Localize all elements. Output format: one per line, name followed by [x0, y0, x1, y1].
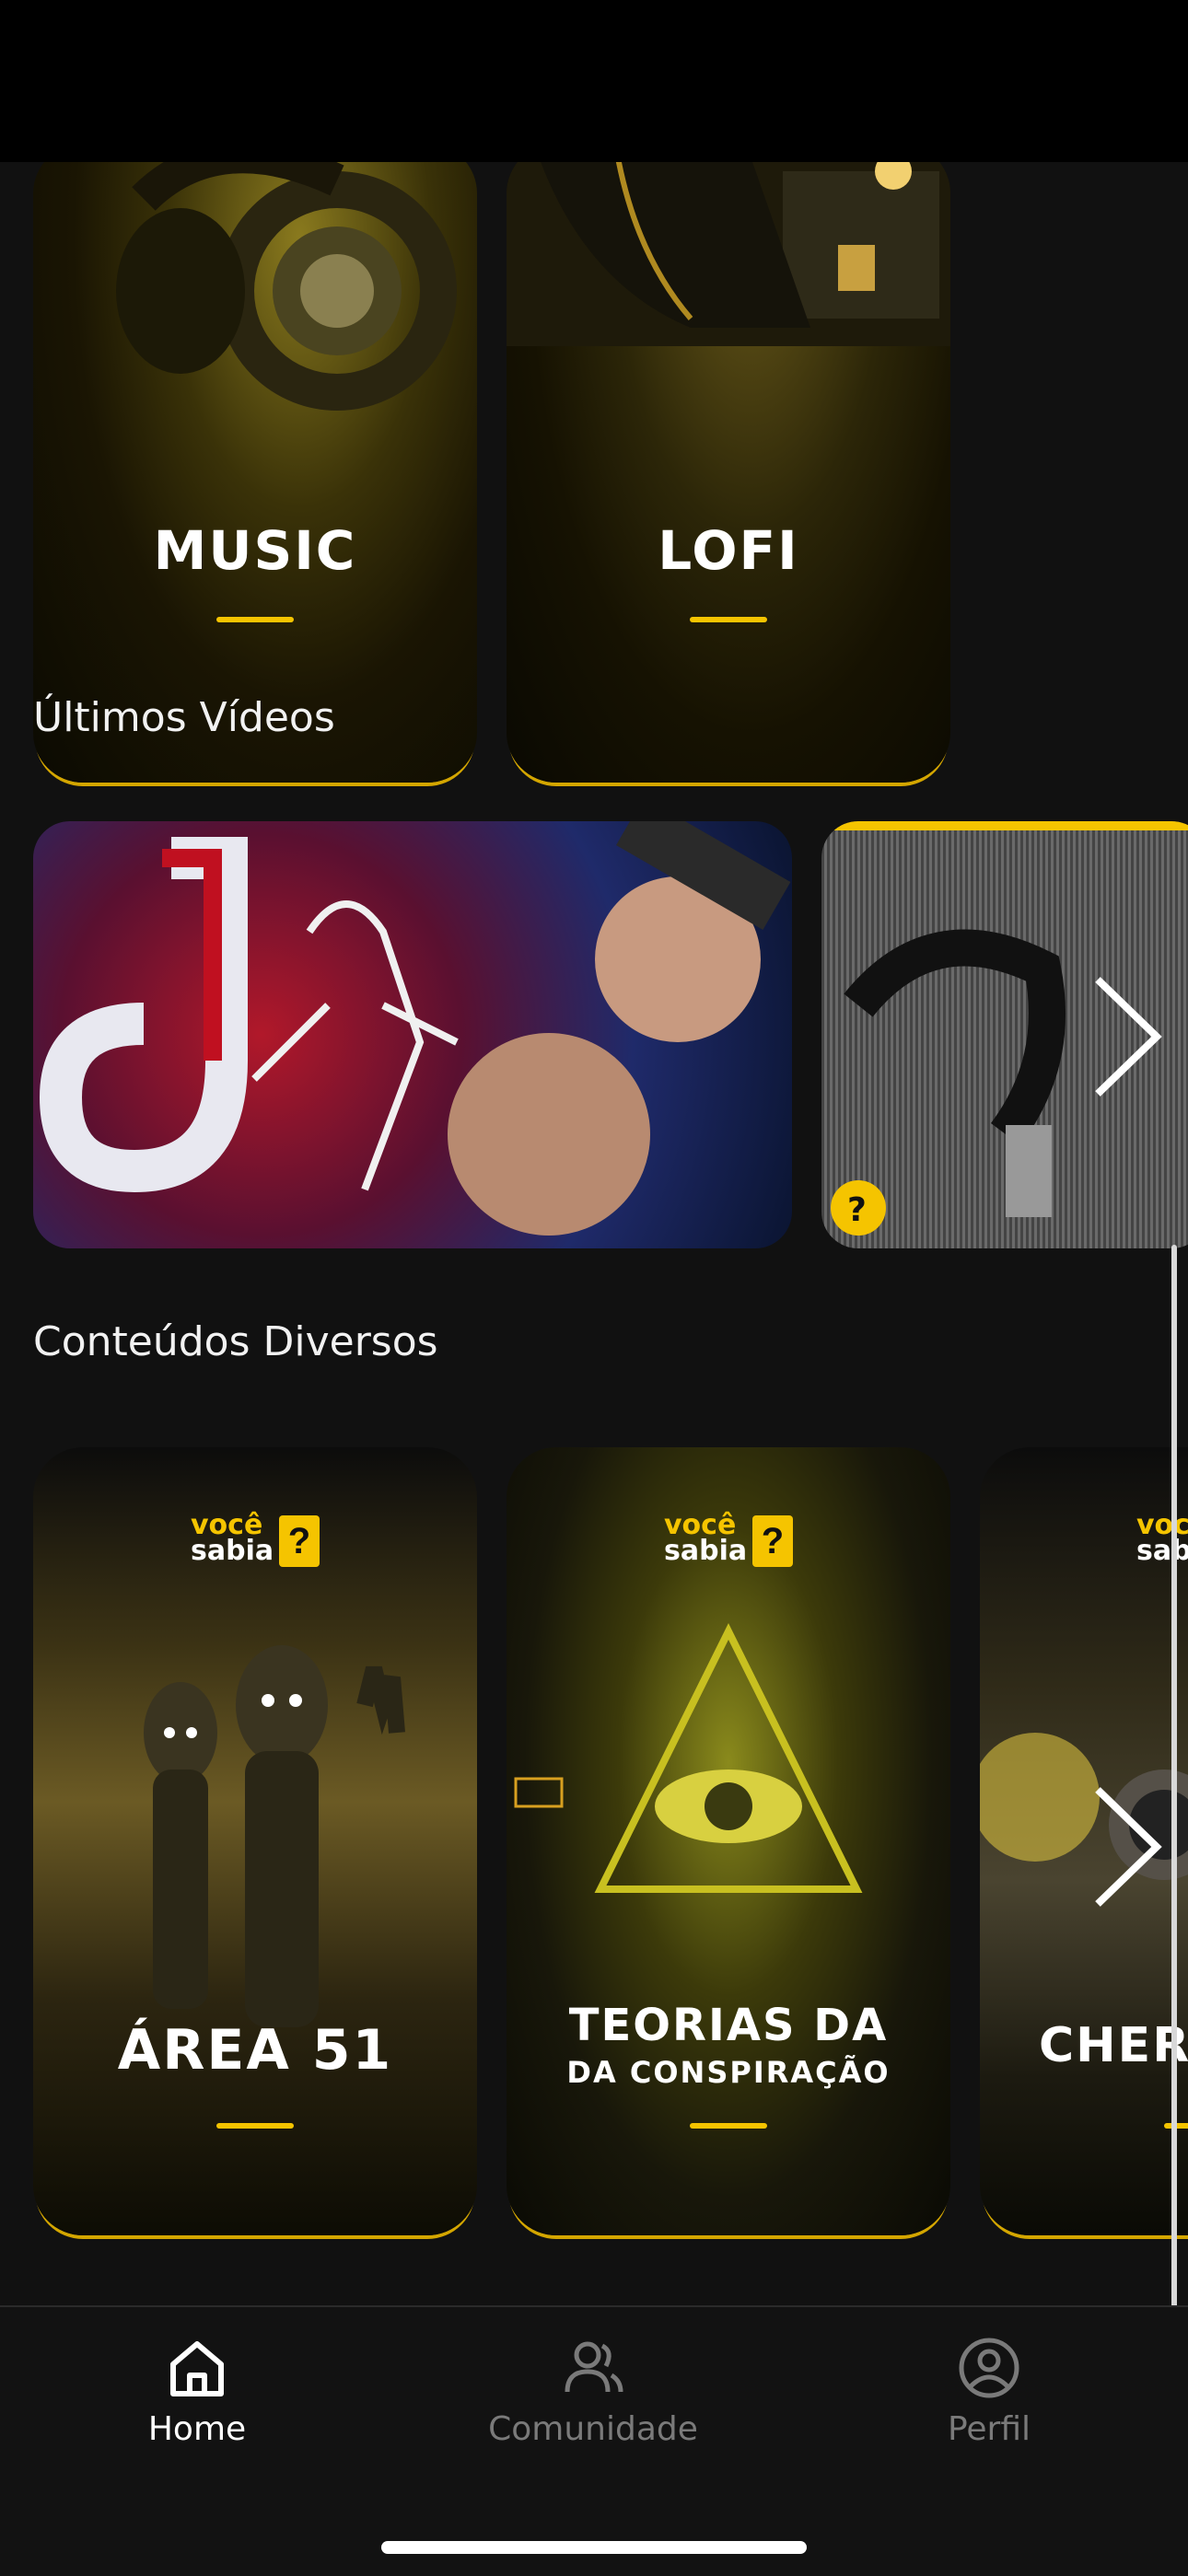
category-label: LOFI [658, 519, 799, 582]
svg-text:?: ? [847, 1191, 867, 1229]
nav-label: Home [147, 2410, 247, 2448]
home-icon [170, 2341, 224, 2396]
content-card-subtitle: DA CONSPIRAÇÃO [566, 2055, 891, 2090]
home-indicator[interactable] [381, 2541, 807, 2554]
section-title-latest-videos: Últimos Vídeos [33, 694, 335, 741]
headphones-image [116, 162, 457, 411]
nav-item-home[interactable]: Home [59, 2335, 335, 2448]
profile-icon [959, 2338, 1019, 2398]
nav-label: Perfil [947, 2410, 1031, 2448]
status-bar [0, 0, 1188, 162]
video-thumbnail[interactable] [33, 821, 792, 1248]
lofi-scene-image [507, 162, 950, 346]
category-label: MUSIC [153, 519, 357, 582]
illuminati-eye-image [514, 1623, 863, 1893]
nav-item-profile[interactable]: Perfil [851, 2335, 1127, 2448]
bottom-nav: Home Comunidade Perfil [0, 2305, 1188, 2576]
content-card-title: CHERI [1039, 2018, 1188, 2073]
voce-sabia-logo: voc sab [1136, 1509, 1188, 1567]
voce-sabia-logo: você sabia ? [191, 1512, 320, 1569]
chevron-right-icon[interactable] [1087, 1782, 1170, 1911]
chevron-right-icon[interactable] [1087, 972, 1170, 1101]
section-title-misc-content: Conteúdos Diversos [33, 1318, 438, 1365]
community-icon [565, 2341, 623, 2393]
category-card-music[interactable]: MUSIC [33, 162, 477, 783]
category-card-lofi[interactable]: LOFI [507, 162, 950, 783]
home-feed[interactable]: MUSIC LOFI Últimos Vídeos ? Conteúdos Di… [0, 162, 1188, 2305]
category-underline [690, 617, 767, 622]
content-card-title: ÁREA 51 [117, 2018, 393, 2083]
aliens-image [144, 1645, 405, 2027]
content-card-area-51[interactable]: você sabia ? ÁREA 51 [33, 1447, 477, 2235]
scrollbar[interactable] [1171, 1245, 1177, 2469]
nav-label: Comunidade [488, 2410, 698, 2448]
content-card-underline [690, 2123, 767, 2129]
video-thumbnail-image [39, 821, 791, 1236]
content-card-title: TEORIAS DA [568, 2000, 889, 2051]
content-card-conspiracy[interactable]: você sabia ? TEORIAS DA DA CONSPIRAÇÃO [507, 1447, 950, 2235]
voce-sabia-logo: você sabia ? [664, 1512, 793, 1569]
nav-item-community[interactable]: Comunidade [455, 2335, 731, 2448]
category-underline [216, 617, 294, 622]
content-card-underline [216, 2123, 294, 2129]
